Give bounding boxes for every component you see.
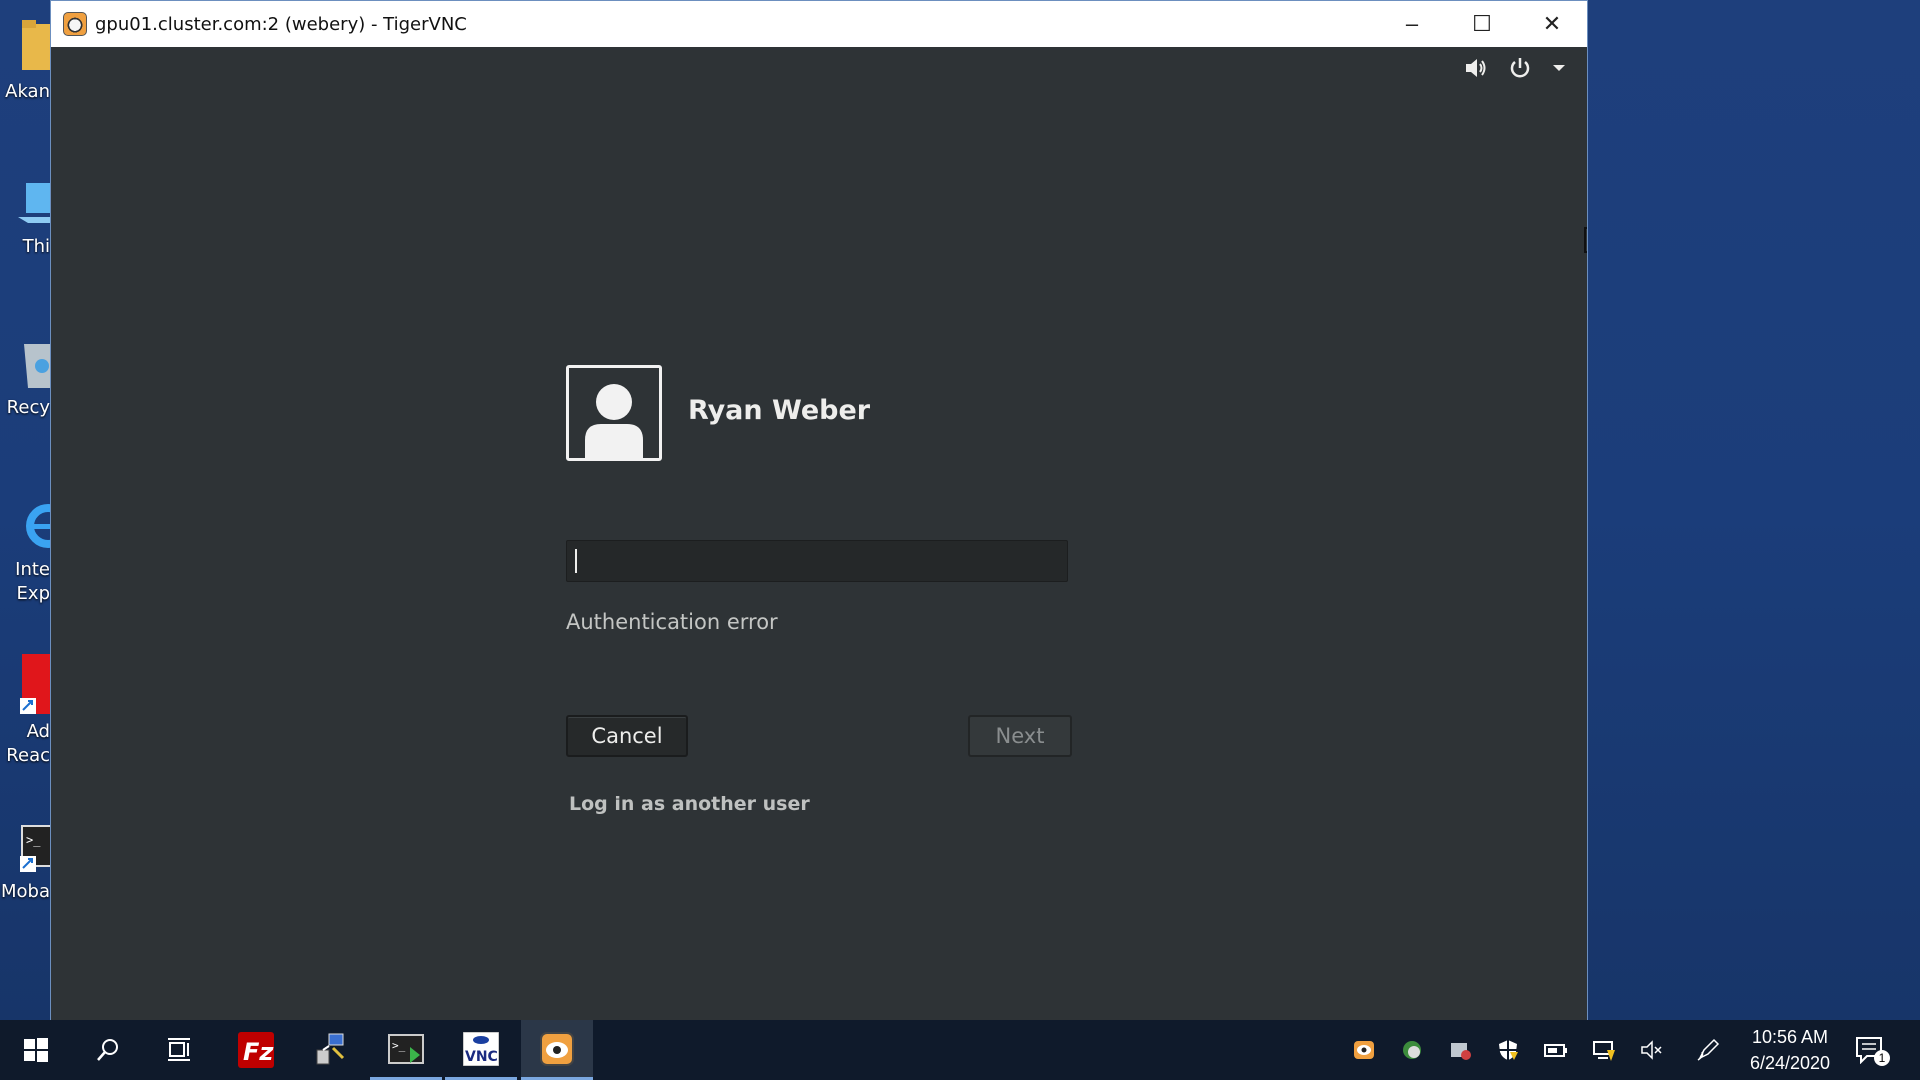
chevron-down-icon[interactable] (1551, 55, 1567, 81)
mobaxterm-icon: >_ (388, 1033, 424, 1064)
search-button[interactable] (72, 1020, 144, 1080)
svg-text:Fz: Fz (243, 1038, 274, 1066)
desktop-icon-adobe-reader[interactable]: Ad Reac (0, 640, 52, 790)
clock-time: 10:56 AM (1751, 1027, 1829, 1047)
tigervnc-tray-icon[interactable] (1352, 1038, 1376, 1062)
window-titlebar[interactable]: gpu01.cluster.com:2 (webery) - TigerVNC … (51, 1, 1587, 47)
notification-badge: 1 (1874, 1050, 1890, 1066)
cancel-button[interactable]: Cancel (566, 715, 688, 757)
desktop-icon-label: Akan (5, 81, 50, 102)
task-view-button[interactable] (144, 1020, 216, 1080)
system-tray (1352, 1020, 1744, 1080)
next-button[interactable]: Next (968, 715, 1072, 757)
remote-screen[interactable]: Ryan Weber Authentication error Cancel N… (51, 47, 1587, 1021)
clock-date: 6/24/2020 (1749, 1053, 1831, 1073)
system-indicators[interactable] (1463, 55, 1567, 81)
auth-error-message: Authentication error (566, 610, 778, 634)
network-warning-icon[interactable] (1592, 1038, 1616, 1062)
tigervnc-taskbar-button[interactable] (521, 1020, 593, 1080)
mouse-cursor (1584, 227, 1587, 253)
desktop-icon-recycle-bin[interactable]: Recy (0, 316, 52, 466)
taskbar-clock[interactable]: 10:56 AM 6/24/2020 (1735, 1024, 1845, 1076)
volume-icon[interactable] (1463, 55, 1489, 81)
adobe-reader-icon (20, 654, 52, 714)
network-tool-icon (316, 1033, 345, 1065)
close-button[interactable]: ✕ (1517, 1, 1587, 47)
text-caret (575, 549, 577, 573)
desktop-icon-label: Ad Reac (6, 721, 50, 766)
log-in-as-another-user-link[interactable]: Log in as another user (569, 793, 810, 815)
desktop-icon-internet-explorer[interactable]: Inte Exp (0, 478, 52, 628)
desktop-icon-mobaxterm[interactable]: >_ Moba (0, 800, 52, 950)
mobaxterm-taskbar-button[interactable]: >_ (370, 1020, 442, 1080)
storage-icon[interactable] (1448, 1038, 1472, 1062)
volume-muted-icon[interactable] (1640, 1038, 1664, 1062)
vnc-viewer-taskbar-button[interactable]: VNC (445, 1020, 517, 1080)
search-icon (97, 1039, 118, 1061)
svg-text:VNC: VNC (465, 1049, 498, 1065)
battery-icon[interactable] (1544, 1038, 1568, 1062)
network-tool-taskbar-button[interactable] (295, 1020, 367, 1080)
desktop-icon-label: Thi (22, 236, 50, 257)
user-name: Ryan Weber (688, 395, 871, 426)
maximize-button[interactable]: ☐ (1447, 1, 1517, 47)
desktop-icon-label: Moba (1, 881, 50, 902)
network-globe-icon[interactable] (1400, 1038, 1424, 1062)
desktop-icon-akan[interactable]: Akan (0, 0, 52, 150)
minimize-button[interactable]: – (1377, 1, 1447, 47)
filezilla-taskbar-button[interactable]: Fz (220, 1020, 292, 1080)
password-input[interactable] (566, 540, 1068, 582)
power-icon[interactable] (1507, 55, 1533, 81)
tigervnc-icon (540, 1031, 574, 1066)
vnc-viewer-icon: VNC (463, 1031, 499, 1066)
windows-start-icon (24, 1038, 48, 1062)
desktop-icon-label: Recy (6, 397, 50, 418)
tigervnc-icon (63, 12, 87, 36)
recycle-bin-icon (24, 344, 52, 388)
desktop-icon-label: Inte Exp (15, 559, 50, 604)
this-pc-icon (18, 183, 52, 223)
desktop-icon-this-pc[interactable]: Thi (0, 155, 52, 305)
filezilla-icon: Fz (238, 1032, 274, 1068)
mobaxterm-icon: >_ (20, 825, 52, 872)
svg-text:>_: >_ (26, 833, 41, 847)
internet-explorer-icon (26, 504, 52, 548)
taskbar: Fz >_ VNC 10:56 AM 6/24/2020 1 (0, 1020, 1920, 1080)
tigervnc-window: gpu01.cluster.com:2 (webery) - TigerVNC … (50, 0, 1588, 1021)
user-icon (585, 384, 643, 458)
pen-icon[interactable] (1696, 1038, 1720, 1062)
task-view-icon (168, 1038, 190, 1061)
avatar (566, 365, 662, 461)
svg-text:>_: >_ (392, 1039, 406, 1052)
window-title: gpu01.cluster.com:2 (webery) - TigerVNC (95, 13, 467, 35)
start-button[interactable] (0, 1020, 72, 1080)
security-shield-icon[interactable] (1496, 1038, 1520, 1062)
folder-icon (22, 20, 52, 70)
